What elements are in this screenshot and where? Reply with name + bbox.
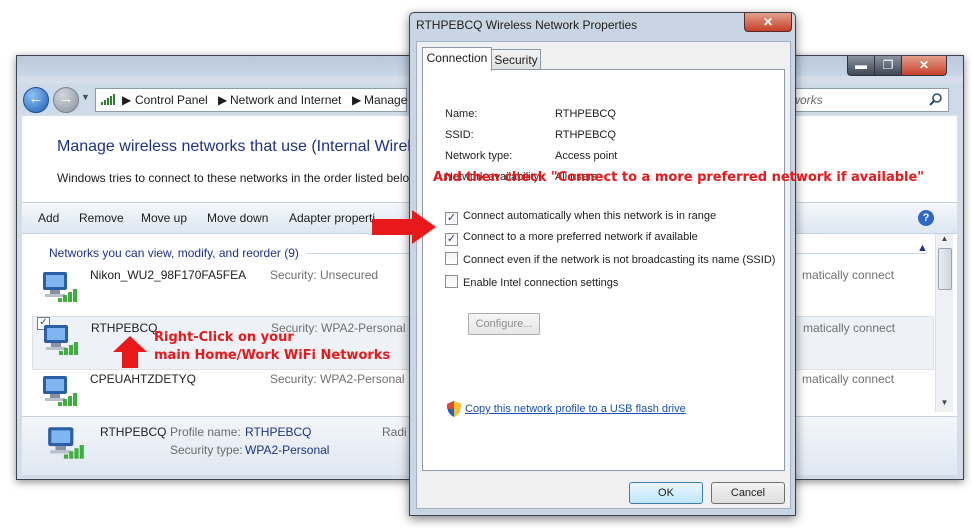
network-type-value: Access point: [555, 150, 618, 162]
intel-connection-settings-option[interactable]: Enable Intel connection settings: [445, 275, 618, 291]
close-window-button[interactable]: ✕: [901, 56, 947, 76]
network-bars-icon: [101, 94, 115, 105]
minimize-button[interactable]: ▬: [847, 56, 875, 76]
red-arrow-up-icon: [113, 336, 147, 368]
wireless-network-icon: [44, 325, 78, 355]
remove-button[interactable]: Remove: [79, 211, 124, 225]
help-icon[interactable]: ?: [918, 210, 934, 226]
red-arrow-right-icon: [372, 210, 436, 244]
checkbox-checked-icon[interactable]: ✓: [445, 233, 458, 246]
ssid-value: RTHPEBCQ: [555, 129, 616, 141]
network-list-scrollbar[interactable]: ▲ ▼: [935, 234, 953, 412]
ok-button[interactable]: OK: [629, 482, 703, 504]
scroll-down-icon[interactable]: ▼: [936, 398, 953, 412]
network-security: Security: Unsecured: [270, 268, 379, 282]
scroll-thumb[interactable]: [938, 248, 952, 290]
add-button[interactable]: Add: [38, 211, 59, 225]
maximize-button[interactable]: ❐: [874, 56, 902, 76]
connection-tab-panel: Name: RTHPEBCQ SSID: RTHPEBCQ Network ty…: [422, 69, 785, 471]
checkbox-label: Connect even if the network is not broad…: [463, 254, 776, 266]
checkbox-label: Enable Intel connection settings: [463, 277, 619, 289]
network-name: CPEUAHTZDETYQ: [90, 372, 197, 386]
annotation-top: And then check "Connect to a more prefer…: [433, 170, 925, 185]
uac-shield-icon: [447, 401, 461, 417]
network-connect-mode: matically connect: [803, 321, 896, 335]
profile-name-label: Profile name:: [170, 425, 241, 439]
breadcrumb-network-and-internet[interactable]: Network and Internet: [230, 93, 341, 107]
network-name: RTHPEBCQ: [91, 321, 158, 335]
page-title: Manage wireless networks that use (Inter…: [57, 138, 420, 155]
move-down-button[interactable]: Move down: [207, 211, 268, 225]
address-bar[interactable]: ▶ Control Panel ▶ Network and Internet ▶…: [95, 88, 407, 112]
checkbox-unchecked-icon[interactable]: [445, 275, 458, 288]
collapse-group-icon[interactable]: ▲: [917, 242, 928, 254]
name-value: RTHPEBCQ: [555, 108, 616, 120]
connect-automatically-option[interactable]: ✓ Connect automatically when this network…: [445, 210, 716, 226]
wireless-network-icon: [48, 427, 84, 459]
scroll-up-icon[interactable]: ▲: [936, 234, 953, 248]
back-arrow-icon[interactable]: ←: [23, 87, 49, 113]
move-up-button[interactable]: Move up: [141, 211, 187, 225]
recent-pages-dropdown-icon[interactable]: ▼: [81, 92, 90, 102]
wireless-network-properties-dialog: RTHPEBCQ Wireless Network Properties ✕ C…: [409, 12, 796, 516]
name-label: Name:: [445, 108, 478, 120]
network-name: Nikon_WU2_98F170FA5FEA: [90, 268, 247, 282]
annotation-left-line2: main Home/Work WiFi Networks: [154, 348, 391, 363]
tab-security[interactable]: Security: [491, 49, 541, 70]
profile-name-value: RTHPEBCQ: [245, 425, 312, 439]
adapter-properties-button[interactable]: Adapter properti: [289, 211, 375, 225]
close-icon[interactable]: ✕: [744, 13, 792, 32]
details-network-name: RTHPEBCQ: [100, 425, 167, 439]
breadcrumb-manage[interactable]: Manage: [364, 93, 407, 107]
network-type-label: Network type:: [445, 150, 513, 162]
connect-hidden-ssid-option[interactable]: Connect even if the network is not broad…: [445, 252, 775, 268]
copy-profile-to-usb-link[interactable]: Copy this network profile to a USB flash…: [465, 403, 686, 415]
dialog-body: Connection Security Name: RTHPEBCQ SSID:…: [416, 41, 791, 509]
cancel-button[interactable]: Cancel: [711, 482, 785, 504]
wireless-network-icon: [43, 376, 77, 406]
breadcrumb-control-panel[interactable]: Control Panel: [135, 93, 208, 107]
annotation-left-line1: Right-Click on your: [154, 330, 294, 345]
search-input[interactable]: tworks: [787, 88, 949, 112]
checkbox-label: Connect automatically when this network …: [463, 210, 717, 222]
checkbox-label: Connect to a more preferred network if a…: [463, 231, 698, 243]
checkbox-checked-icon[interactable]: ✓: [445, 212, 458, 225]
breadcrumb-separator-icon: ▶: [352, 93, 362, 107]
security-type-value: WPA2-Personal: [245, 443, 330, 457]
checkbox-unchecked-icon[interactable]: [445, 252, 458, 265]
wireless-network-icon: [43, 272, 77, 302]
network-group-header: Networks you can view, modify, and reord…: [49, 246, 299, 260]
connect-preferred-network-option[interactable]: ✓ Connect to a more preferred network if …: [445, 231, 698, 247]
security-type-label: Security type:: [170, 443, 243, 457]
configure-button[interactable]: Configure...: [468, 313, 540, 335]
ssid-label: SSID:: [445, 129, 474, 141]
breadcrumb-separator-icon: ▶: [122, 93, 132, 107]
radio-type-label: Radi: [382, 425, 407, 439]
network-connect-mode: matically connect: [802, 372, 895, 386]
forward-arrow-icon[interactable]: →: [53, 87, 79, 113]
network-connect-mode: matically connect: [802, 268, 895, 282]
page-description: Windows tries to connect to these networ…: [57, 171, 410, 185]
search-icon[interactable]: [929, 92, 943, 106]
breadcrumb-separator-icon: ▶: [218, 93, 228, 107]
network-security: Security: WPA2-Personal: [270, 372, 405, 386]
tab-connection[interactable]: Connection: [422, 47, 492, 71]
dialog-title: RTHPEBCQ Wireless Network Properties: [416, 18, 638, 32]
